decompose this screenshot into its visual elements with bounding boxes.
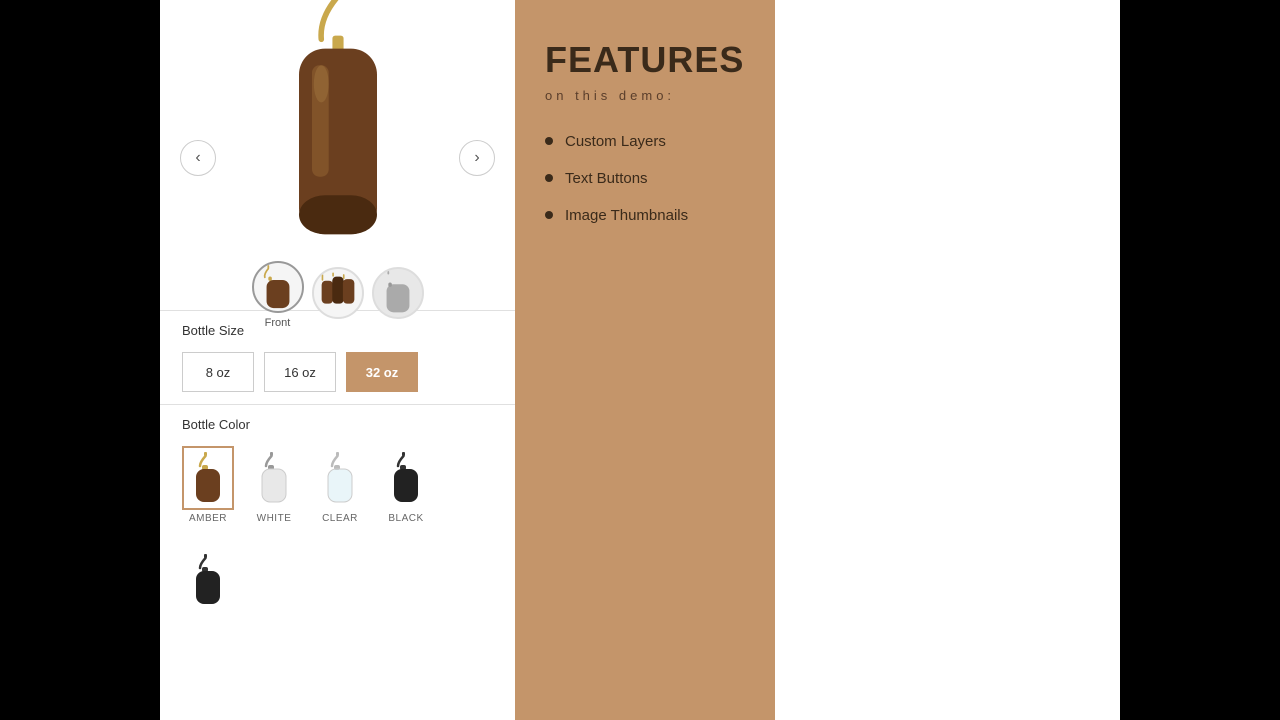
color-white-option[interactable]: WHITE (248, 446, 300, 524)
left-panel: ‹ (160, 0, 515, 720)
product-image-area: ‹ (160, 0, 515, 310)
features-subtitle: on this demo: (545, 88, 745, 103)
chevron-right-icon: › (474, 149, 479, 167)
bullet-icon-0 (545, 137, 553, 145)
thumbnails-row: Front (252, 261, 424, 329)
color-white-label: WHITE (257, 513, 292, 524)
color-amber-option[interactable]: AMBER (182, 446, 234, 524)
feature-text-0: Custom Layers (565, 133, 666, 150)
next-image-button[interactable]: › (459, 140, 495, 176)
feature-text-1: Text Buttons (565, 170, 648, 187)
bottom-color-swatch-0 (182, 548, 234, 612)
color-clear-option[interactable]: CLEAR (314, 446, 366, 524)
bottom-preview (160, 536, 515, 612)
bottom-color-option-0[interactable] (182, 548, 234, 612)
bullet-icon-2 (545, 211, 553, 219)
color-clear-swatch (314, 446, 366, 510)
color-clear-label: CLEAR (322, 513, 358, 524)
color-amber-swatch (182, 446, 234, 510)
feature-text-2: Image Thumbnails (565, 207, 688, 224)
bottle-color-section: Bottle Color AMBER (160, 404, 515, 536)
color-black-option[interactable]: BLACK (380, 446, 432, 524)
feature-item-0: Custom Layers (545, 133, 745, 150)
color-black-label: BLACK (388, 513, 423, 524)
thumbnail-group[interactable] (312, 267, 364, 319)
thumbnail-group-2 (372, 267, 424, 323)
bottle-color-title: Bottle Color (182, 417, 493, 432)
size-8oz-button[interactable]: 8 oz (182, 352, 254, 392)
right-panel: FEATURES on this demo: Custom Layers Tex… (515, 0, 775, 720)
bottle-illustration (258, 0, 418, 251)
chevron-left-icon: ‹ (195, 149, 200, 167)
color-amber-label: AMBER (189, 513, 227, 524)
bullet-icon-1 (545, 174, 553, 182)
feature-item-1: Text Buttons (545, 170, 745, 187)
thumbnail-group-0: Front (252, 261, 304, 329)
size-32oz-button[interactable]: 32 oz (346, 352, 418, 392)
main-container: ‹ (160, 0, 1120, 720)
feature-item-2: Image Thumbnails (545, 207, 745, 224)
thumbnail-front-label: Front (265, 317, 291, 329)
color-options: AMBER WHITE (182, 446, 493, 524)
color-black-swatch (380, 446, 432, 510)
color-white-swatch (248, 446, 300, 510)
features-title: FEATURES (545, 40, 745, 80)
thumbnail-front[interactable] (252, 261, 304, 313)
size-16oz-button[interactable]: 16 oz (264, 352, 336, 392)
thumbnail-group-1 (312, 267, 364, 323)
size-options: 8 oz 16 oz 32 oz (182, 352, 493, 392)
product-main-image (253, 0, 423, 251)
thumbnail-alt[interactable] (372, 267, 424, 319)
prev-image-button[interactable]: ‹ (180, 140, 216, 176)
